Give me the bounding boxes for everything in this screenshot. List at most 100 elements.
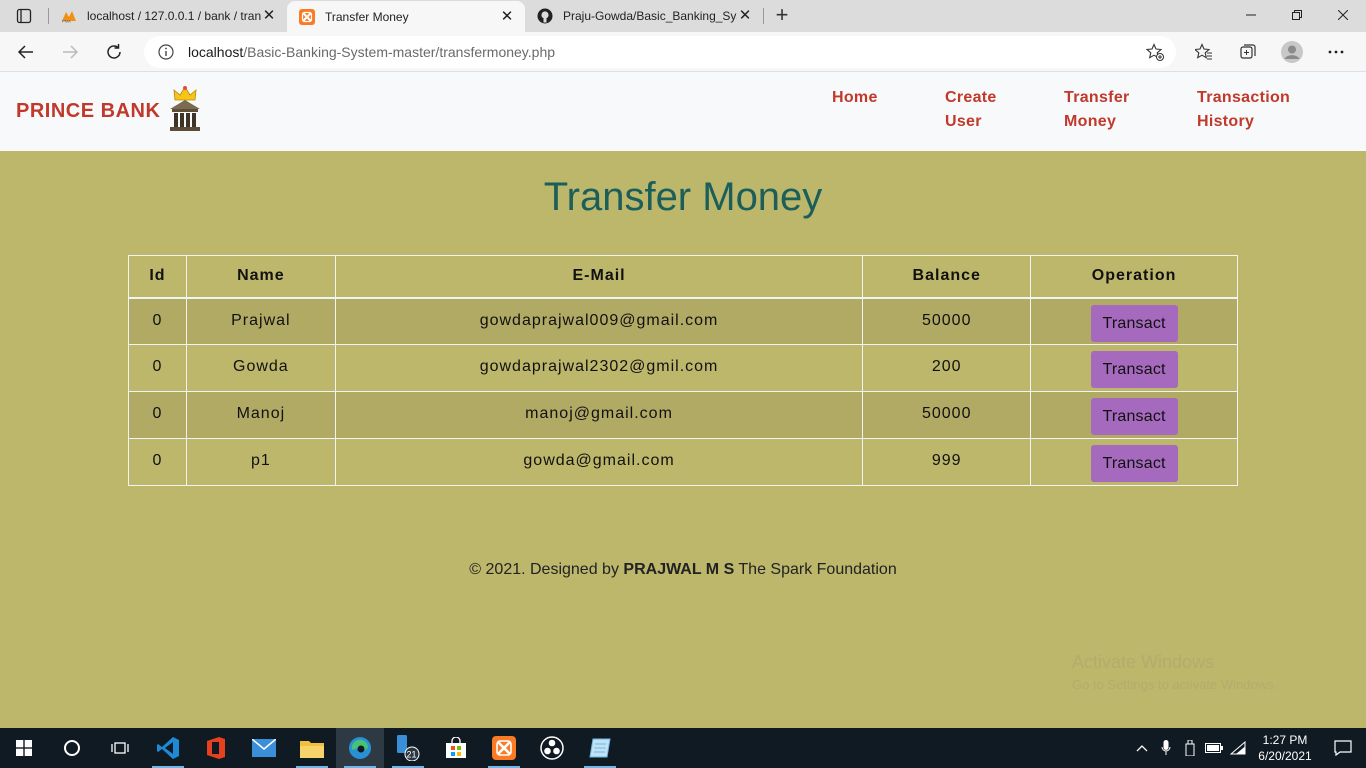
refresh-button[interactable] [96, 34, 132, 70]
table-header-row: Id Name E-Mail Balance Operation [128, 255, 1238, 299]
browser-tab-phpmyadmin[interactable]: PMA localhost / 127.0.0.1 / bank / trans… [49, 0, 287, 32]
browser-tab-transfer-money[interactable]: Transfer Money ✕ [287, 1, 525, 32]
action-center-button[interactable] [1320, 740, 1366, 756]
favorites-icon [1195, 43, 1212, 60]
nav-transaction-history[interactable]: Transaction History [1197, 86, 1307, 134]
wifi-icon [1230, 741, 1246, 755]
transact-button[interactable]: Transact [1090, 304, 1178, 342]
office-icon [207, 737, 225, 759]
close-window-button[interactable] [1320, 0, 1366, 30]
taskbar-phone-link[interactable]: 21 [384, 728, 432, 768]
arrow-right-icon [63, 44, 79, 59]
taskbar-obs[interactable] [528, 728, 576, 768]
tab-actions-button[interactable] [0, 0, 48, 32]
cell-operation: Transact [1030, 391, 1238, 439]
usb-device-status[interactable] [1178, 740, 1202, 756]
forward-button[interactable] [52, 34, 88, 70]
taskbar-vscode[interactable] [144, 728, 192, 768]
column-header-id: Id [128, 255, 187, 299]
table-row: 0 Prajwal gowdaprajwal009@gmail.com 5000… [128, 297, 1238, 345]
cell-email: gowda@gmail.com [334, 438, 864, 486]
refresh-icon [107, 43, 121, 59]
close-icon [1338, 10, 1348, 20]
close-tab-icon[interactable]: ✕ [499, 8, 515, 25]
back-button[interactable] [8, 34, 44, 70]
nav-transfer-money[interactable]: Transfer Money [1064, 86, 1144, 134]
network-status[interactable] [1226, 741, 1250, 755]
site-header: PRINCE BANK Home Create User Transfer Mo… [0, 72, 1366, 151]
taskbar-edge[interactable] [336, 728, 384, 768]
favorites-button[interactable] [1182, 34, 1226, 70]
cell-id: 0 [128, 344, 187, 392]
cell-operation: Transact [1030, 297, 1238, 345]
tab-title: localhost / 127.0.0.1 / bank / transfer [87, 9, 261, 23]
chevron-up-icon [1136, 745, 1148, 752]
restore-icon [1292, 10, 1302, 20]
minimize-icon [1246, 14, 1256, 16]
minimize-button[interactable] [1228, 0, 1274, 30]
clock-date: 6/20/2021 [1258, 749, 1312, 763]
github-icon [537, 8, 553, 24]
battery-status[interactable] [1202, 743, 1226, 753]
windows-taskbar: 21 1:27 PM 6/20/2021 [0, 728, 1366, 768]
page-footer: © 2021. Designed by PRAJWAL M S The Spar… [0, 561, 1366, 579]
tab-title: Transfer Money [325, 9, 409, 24]
taskbar-sticky-app[interactable] [576, 728, 624, 768]
taskbar-store[interactable] [432, 728, 480, 768]
transact-button[interactable]: Transact [1090, 445, 1178, 482]
url-path: /Basic-Banking-System-master/transfermon… [243, 44, 556, 60]
more-menu-button[interactable] [1314, 34, 1358, 70]
url-host: localhost [188, 44, 244, 60]
cell-name: Gowda [185, 344, 336, 392]
cell-id: 0 [128, 297, 187, 345]
show-hidden-icons-button[interactable] [1130, 744, 1154, 752]
activate-windows-watermark: Activate Windows Go to Settings to activ… [1072, 652, 1277, 692]
system-tray: 1:27 PM 6/20/2021 [1130, 728, 1366, 768]
clock-time: 1:27 PM [1262, 733, 1308, 747]
taskbar-xampp[interactable] [480, 728, 528, 768]
new-tab-button[interactable]: + [764, 0, 800, 32]
bank-building-icon [168, 84, 202, 139]
taskbar-mail[interactable] [240, 728, 288, 768]
column-header-operation: Operation [1030, 255, 1238, 299]
taskbar-clock[interactable]: 1:27 PM 6/20/2021 [1250, 732, 1320, 764]
task-view-button[interactable] [96, 728, 144, 768]
browser-tab-github[interactable]: Praju-Gowda/Basic_Banking_System ✕ [525, 0, 763, 32]
restore-button[interactable] [1274, 0, 1320, 30]
profile-button[interactable] [1270, 34, 1314, 70]
cell-balance: 50000 [862, 297, 1032, 345]
taskbar-file-explorer[interactable] [288, 728, 336, 768]
browser-toolbar: localhost/Basic-Banking-System-master/tr… [0, 32, 1366, 72]
window-controls [1228, 0, 1366, 32]
phone-icon: 21 [397, 735, 420, 761]
start-button[interactable] [0, 728, 48, 768]
close-tab-icon[interactable]: ✕ [261, 8, 277, 24]
address-bar[interactable]: localhost/Basic-Banking-System-master/tr… [144, 36, 1176, 68]
obs-icon [540, 736, 564, 760]
brand-link[interactable]: PRINCE BANK [16, 84, 202, 139]
add-favorite-button[interactable] [1145, 43, 1164, 64]
taskbar-office[interactable] [192, 728, 240, 768]
xampp-icon [492, 736, 516, 760]
transact-button[interactable]: Transact [1090, 398, 1178, 435]
nav-home[interactable]: Home [832, 86, 878, 110]
cell-balance: 50000 [862, 391, 1032, 439]
microphone-status[interactable] [1154, 740, 1178, 756]
cell-email: manoj@gmail.com [334, 391, 864, 439]
info-icon [158, 44, 174, 60]
column-header-name: Name [185, 255, 336, 299]
nav-create-user[interactable]: Create User [945, 86, 1015, 134]
transact-button[interactable]: Transact [1090, 351, 1178, 388]
task-view-icon [111, 742, 129, 754]
search-button[interactable] [48, 728, 96, 768]
footer-prefix: © 2021. Designed by [469, 561, 619, 578]
collections-button[interactable] [1226, 34, 1270, 70]
avatar-icon [1281, 41, 1303, 63]
cell-operation: Transact [1030, 344, 1238, 392]
notification-icon [1334, 740, 1352, 756]
notification-badge: 21 [407, 750, 417, 760]
usb-drive-icon [1185, 740, 1195, 756]
cell-name: p1 [185, 438, 336, 486]
close-tab-icon[interactable]: ✕ [737, 8, 753, 24]
tab-title: Praju-Gowda/Basic_Banking_System [563, 9, 737, 23]
